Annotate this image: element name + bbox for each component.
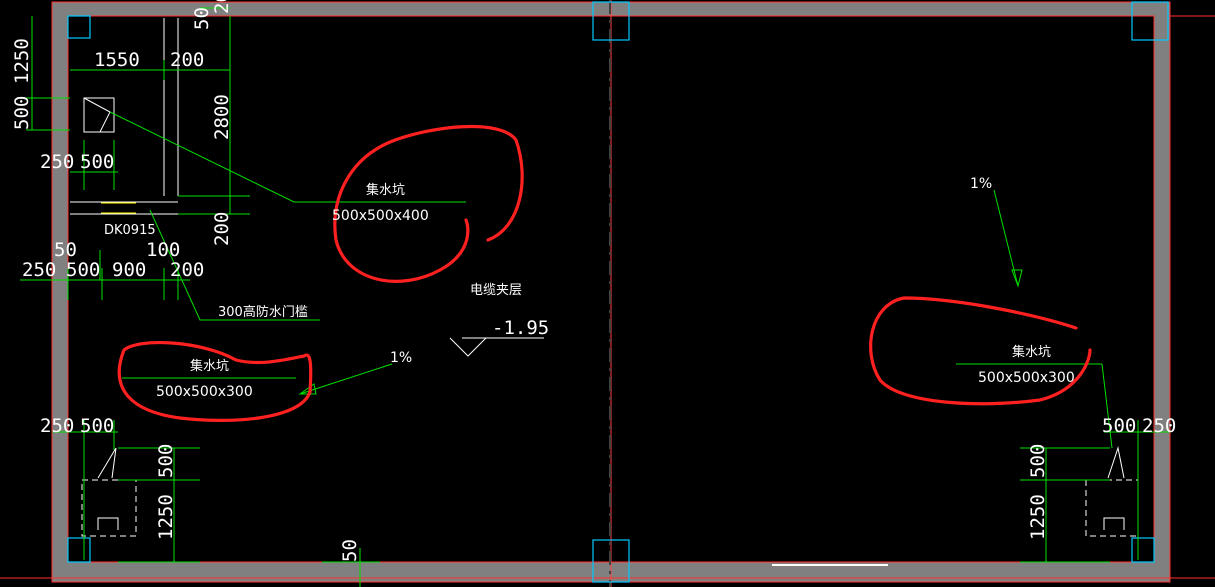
sump-top-size: 500x500x400 — [332, 208, 429, 224]
dim-200-a: 200 — [170, 49, 204, 71]
dim-500-left: 500 — [11, 96, 33, 130]
elevation-label: -1.95 — [492, 317, 549, 339]
slope-left-label: 1% — [390, 350, 412, 366]
dim-1250-top: 1250 — [11, 38, 33, 84]
dim-1250-v-left: 1250 — [155, 494, 177, 540]
dim-250-right: 250 — [1142, 415, 1176, 437]
dim-200-b: 200 — [211, 212, 233, 246]
dim-500-a: 500 — [80, 151, 114, 173]
sump-left-title: 集水坑 — [190, 358, 229, 374]
dim-200-top: 200 — [211, 0, 233, 14]
dim-250-a: 250 — [40, 151, 74, 173]
center-axis — [609, 0, 612, 587]
dim-900: 900 — [112, 259, 146, 281]
dim-100: 100 — [146, 239, 180, 261]
dim-500-v-left: 500 — [155, 444, 177, 478]
door-note-label: 300高防水门槛 — [218, 304, 308, 320]
slope-right-label: 1% — [970, 176, 992, 192]
room-name-label: 电缆夹层 — [470, 282, 522, 298]
dim-250-c: 250 — [40, 415, 74, 437]
dim-500-v-right: 500 — [1027, 444, 1049, 478]
dim-500-b: 500 — [66, 259, 100, 281]
dim-200-c: 200 — [170, 259, 204, 281]
door-code-label: DK0915 — [104, 223, 156, 238]
dim-1550: 1550 — [94, 49, 140, 71]
sump-right-title: 集水坑 — [1012, 344, 1051, 360]
dim-1250-v-right: 1250 — [1027, 494, 1049, 540]
dim-50-top: 50 — [191, 7, 213, 30]
sump-left-size: 500x500x300 — [156, 384, 253, 400]
cad-drawing-canvas: 1250 500 50 200 1550 200 2800 250 500 20… — [0, 0, 1215, 587]
sump-top-title: 集水坑 — [366, 182, 405, 198]
dim-250-b: 250 — [22, 259, 56, 281]
dim-50-bottom: 50 — [339, 539, 361, 562]
dim-500-c: 500 — [80, 415, 114, 437]
dim-50-b: 50 — [54, 239, 77, 261]
dim-500-right: 500 — [1102, 415, 1136, 437]
dim-2800: 2800 — [211, 94, 233, 140]
sump-right-size: 500x500x300 — [978, 370, 1075, 386]
